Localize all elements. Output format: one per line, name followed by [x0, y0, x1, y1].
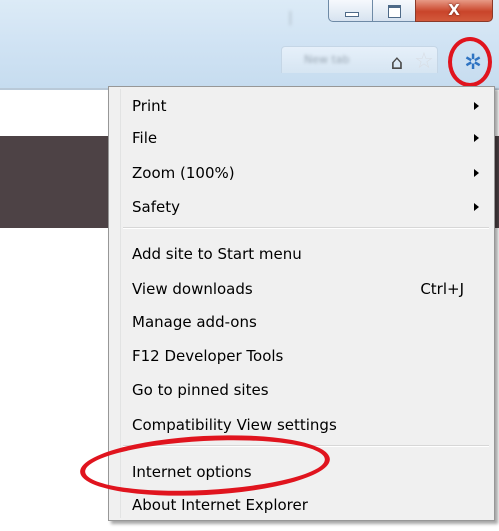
menu-item-manage-addons[interactable]: Manage add-ons	[112, 306, 491, 338]
menu-item-f12-tools[interactable]: F12 Developer Tools	[112, 340, 491, 372]
menu-item-print[interactable]: Print	[112, 90, 491, 122]
highlight-circle	[448, 37, 492, 87]
home-icon[interactable]: ⌂	[385, 50, 409, 74]
menu-item-safety[interactable]: Safety	[112, 191, 491, 223]
submenu-arrow-icon	[474, 169, 479, 177]
maximize-icon	[388, 5, 401, 18]
menu-item-view-downloads[interactable]: View downloads Ctrl+J	[112, 273, 491, 305]
menu-item-pinned-sites[interactable]: Go to pinned sites	[112, 374, 491, 406]
submenu-arrow-icon	[474, 134, 479, 142]
menu-item-add-site[interactable]: Add site to Start menu	[112, 238, 491, 270]
submenu-arrow-icon	[474, 102, 479, 110]
tab-title: New tab	[304, 53, 350, 66]
shortcut-label: Ctrl+J	[420, 280, 464, 298]
close-icon: X	[448, 1, 460, 19]
menu-separator	[123, 227, 489, 229]
menu-item-file[interactable]: File	[112, 122, 491, 154]
submenu-arrow-icon	[474, 203, 479, 211]
window-controls: X	[322, 0, 495, 24]
maximize-button[interactable]	[372, 0, 416, 22]
close-button[interactable]: X	[415, 0, 493, 22]
menu-item-zoom[interactable]: Zoom (100%)	[112, 157, 491, 189]
minimize-button[interactable]	[328, 0, 373, 22]
minimize-icon	[345, 12, 359, 17]
blurred-element: |	[288, 10, 293, 26]
menu-item-compatibility-view[interactable]: Compatibility View settings	[112, 409, 491, 441]
favorites-star-icon[interactable]: ☆	[412, 50, 436, 74]
